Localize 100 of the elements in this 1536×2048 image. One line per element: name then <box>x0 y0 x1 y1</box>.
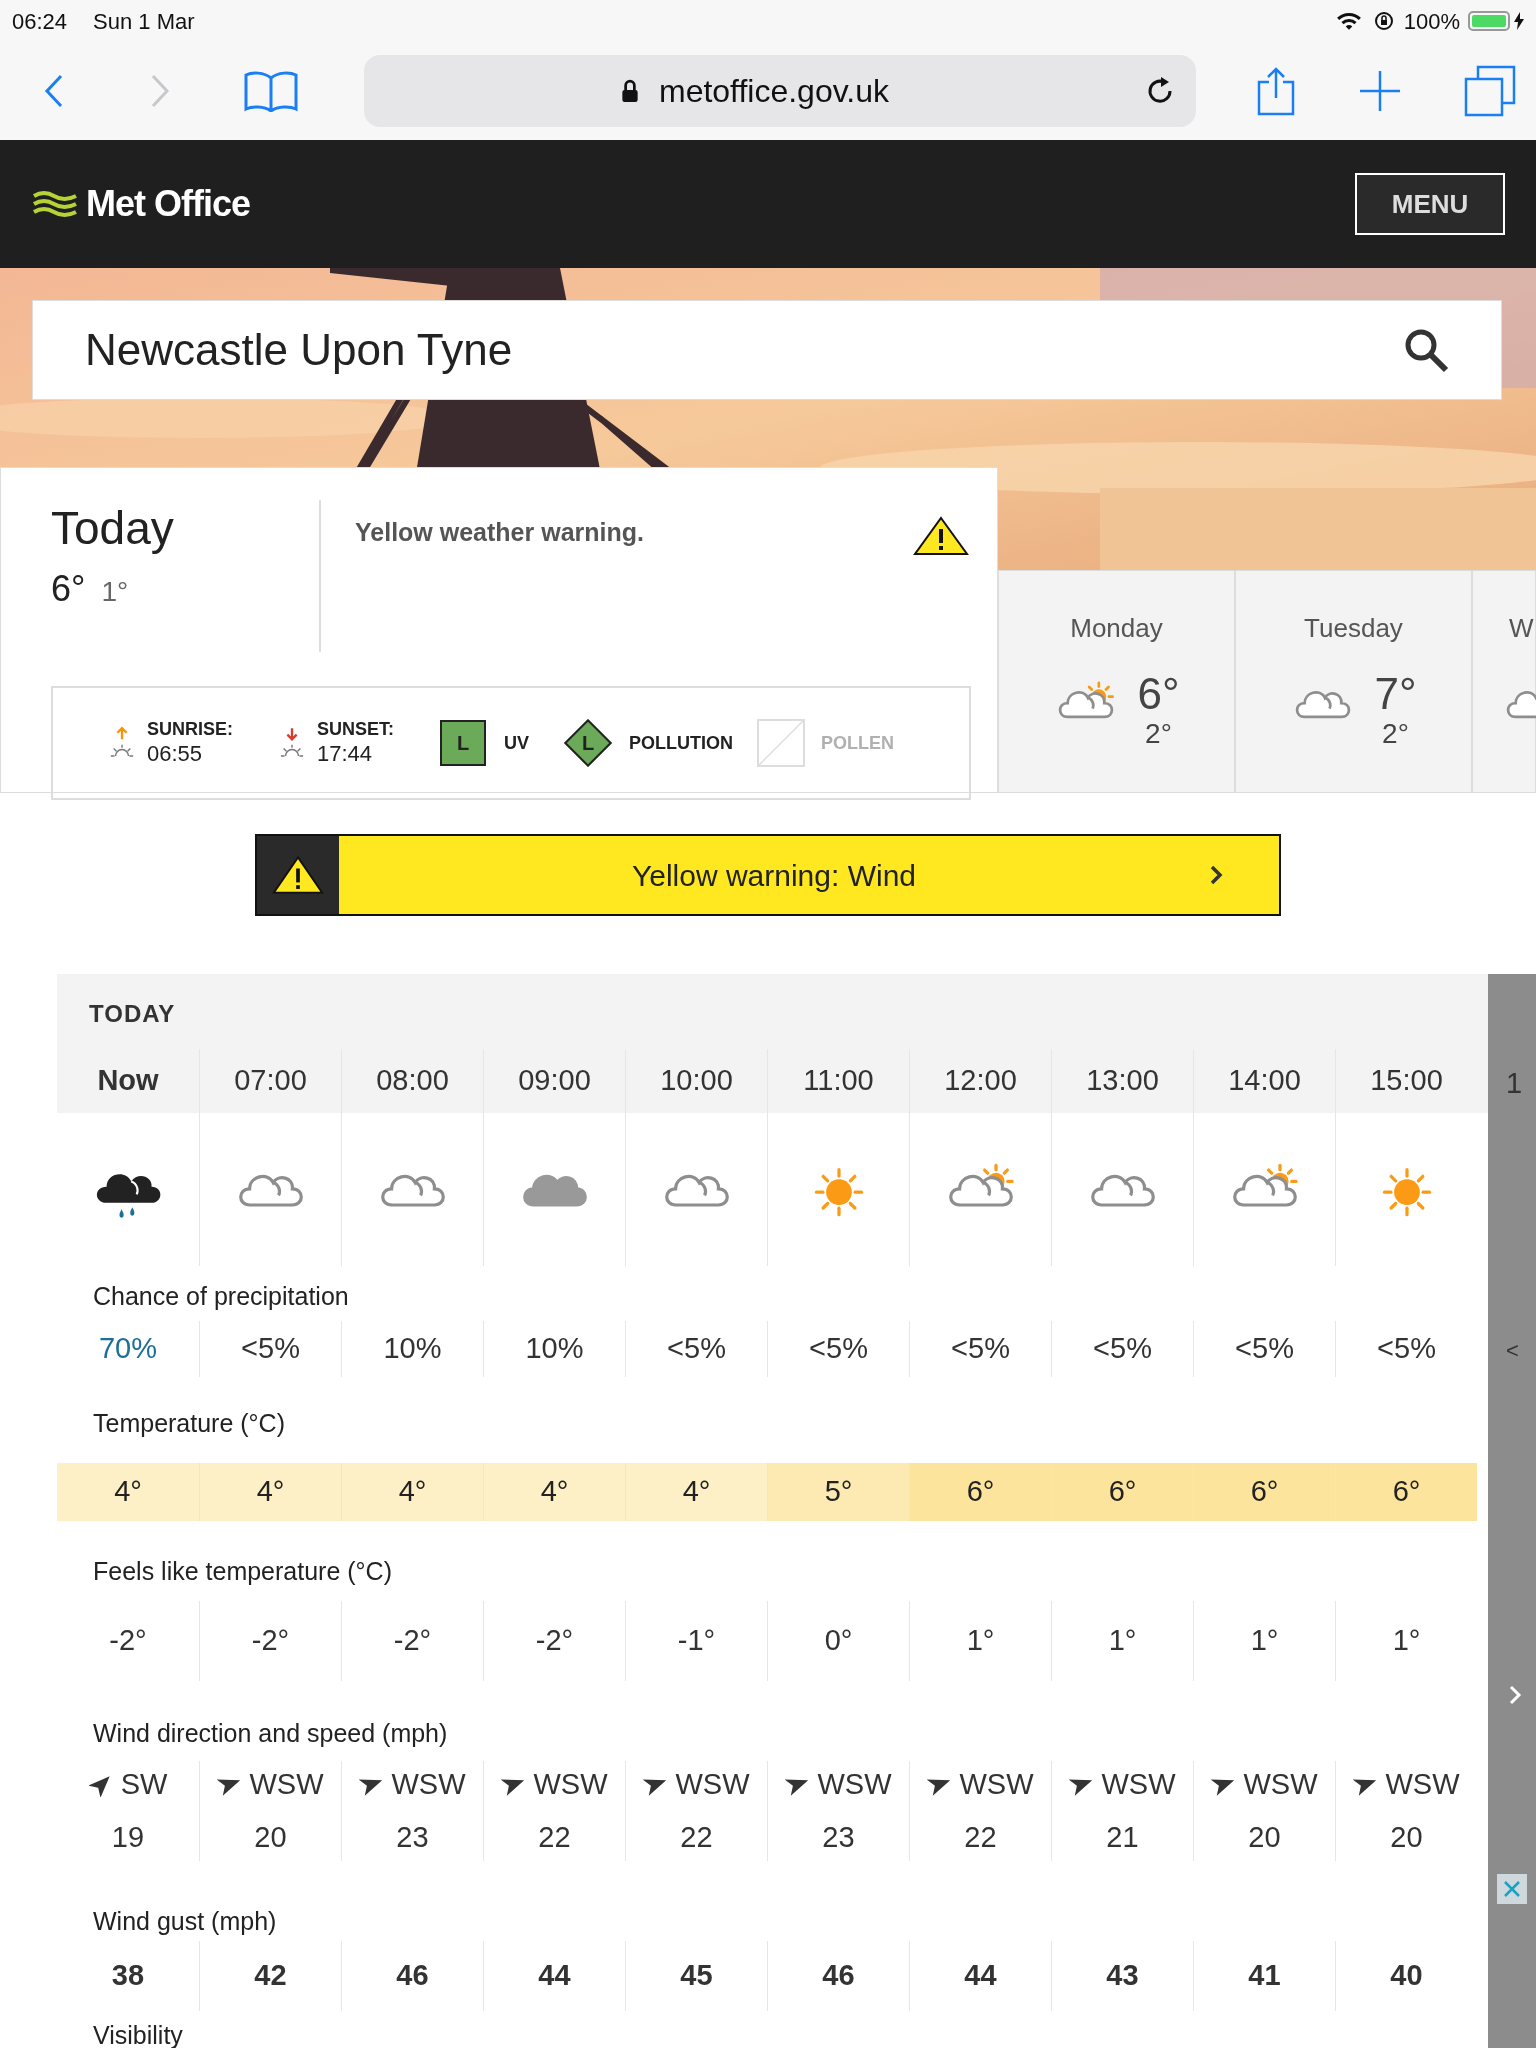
lock-icon <box>620 79 639 103</box>
warning-banner[interactable]: Yellow warning: Wind <box>255 834 1281 916</box>
wind-gust-value: 42 <box>254 1958 287 1994</box>
close-ad-button[interactable] <box>1497 1874 1527 1904</box>
wind-direction: WSW <box>1101 1766 1176 1802</box>
day-high: 7° <box>1374 670 1417 718</box>
day-high: 6° <box>1137 670 1180 718</box>
temperature-value: 4° <box>256 1474 285 1510</box>
date-text: Sun 1 Mar <box>93 7 195 36</box>
wifi-icon <box>1335 11 1362 31</box>
share-icon[interactable] <box>1256 66 1296 116</box>
wind-direction: WSW <box>249 1766 324 1802</box>
precipitation-value: < <box>1506 1337 1519 1365</box>
precipitation-value: <5% <box>1093 1331 1152 1367</box>
wind-direction: SW <box>120 1766 168 1802</box>
wind-speed: 22 <box>538 1820 571 1855</box>
day-card[interactable]: Monday 6° 2° <box>998 570 1235 793</box>
new-tab-icon[interactable] <box>1358 69 1402 113</box>
wind-speed: 22 <box>964 1820 997 1855</box>
close-icon <box>1502 1879 1522 1899</box>
day-name: Tuesday <box>1304 612 1403 645</box>
hour-label[interactable]: 13:00 <box>1086 1059 1159 1103</box>
wind-direction: WSW <box>817 1766 892 1802</box>
sunset-label: SUNSET: <box>317 718 395 740</box>
section-heading: TODAY <box>89 1000 176 1027</box>
wind-direction: WSW <box>533 1766 608 1802</box>
row-label: Feels like temperature (°C) <box>93 1557 392 1585</box>
chevron-right-icon[interactable] <box>1508 1684 1522 1706</box>
bookmarks-icon[interactable] <box>244 70 298 112</box>
precipitation-value: 10% <box>525 1331 584 1367</box>
feels-like-value: -2° <box>109 1623 147 1659</box>
wind-gust-value: 44 <box>964 1958 997 1994</box>
temperature-value: 5° <box>824 1474 853 1510</box>
wind-speed: 23 <box>822 1820 855 1855</box>
tabs-icon[interactable] <box>1464 65 1516 117</box>
url-text: metoffice.gov.uk <box>658 72 889 111</box>
search-value: Newcastle Upon Tyne <box>85 324 514 376</box>
hour-label[interactable]: 14:00 <box>1228 1059 1301 1103</box>
warning-icon <box>272 855 324 895</box>
precipitation-value: 10% <box>383 1331 442 1367</box>
sunrise-icon <box>109 726 135 760</box>
hour-label[interactable]: Now <box>97 1059 159 1103</box>
hour-label[interactable]: 07:00 <box>234 1059 307 1103</box>
feels-like-value: -1° <box>677 1623 716 1659</box>
today-title: Today <box>51 501 175 556</box>
search-icon[interactable] <box>1403 327 1449 373</box>
feels-like-value: -2° <box>251 1623 290 1659</box>
day-name: W <box>1509 612 1534 645</box>
hour-label[interactable]: 11:00 <box>803 1059 874 1103</box>
pollution-label: POLLUTION <box>629 731 734 755</box>
address-bar[interactable]: metoffice.gov.uk <box>364 55 1196 127</box>
day-card[interactable]: W <box>1472 570 1536 793</box>
temperature-value: 4° <box>682 1474 711 1510</box>
pollution-badge: L <box>564 718 613 768</box>
hour-label[interactable]: 12:00 <box>944 1059 1017 1103</box>
row-label: Temperature (°C) <box>93 1409 285 1437</box>
high-temperature: 6° <box>51 567 86 611</box>
precipitation-value: <5% <box>1235 1331 1294 1367</box>
precipitation-value: <5% <box>241 1331 300 1367</box>
hour-label[interactable]: 15:00 <box>1370 1059 1443 1103</box>
wind-direction: WSW <box>1385 1766 1460 1802</box>
search-field[interactable]: Newcastle Upon Tyne <box>32 300 1502 400</box>
hour-label[interactable]: 10:00 <box>660 1059 733 1103</box>
menu-button[interactable]: MENU <box>1355 173 1505 235</box>
logo-icon <box>32 190 78 218</box>
battery-percentage: 100% <box>1403 7 1460 36</box>
feels-like-value: -2° <box>535 1623 574 1659</box>
wind-speed: 20 <box>1390 1820 1423 1855</box>
wind-speed: 20 <box>1248 1820 1281 1855</box>
wind-gust-value: 40 <box>1390 1958 1423 1994</box>
day-low: 2° <box>1145 718 1172 750</box>
precipitation-value: <5% <box>809 1331 868 1367</box>
wind-speed: 21 <box>1106 1820 1139 1855</box>
feels-like-value: -2° <box>393 1623 432 1659</box>
uv-label: UV <box>504 731 530 755</box>
wind-speed: 20 <box>254 1820 287 1855</box>
wind-gust-value: 44 <box>538 1958 571 1994</box>
logo-text: Met Office <box>86 182 251 226</box>
wind-direction: WSW <box>391 1766 466 1802</box>
hour-label[interactable]: 09:00 <box>518 1059 591 1103</box>
battery-icon <box>1468 11 1510 31</box>
wind-speed: 22 <box>680 1820 713 1855</box>
row-label: Wind gust (mph) <box>93 1907 277 1935</box>
wind-direction: WSW <box>1243 1766 1318 1802</box>
feels-like-value: 1° <box>1250 1623 1279 1659</box>
wind-gust-value: 41 <box>1248 1958 1281 1994</box>
sunset-icon <box>279 726 305 760</box>
feels-like-value: 0° <box>824 1623 853 1659</box>
wind-speed: 23 <box>396 1820 429 1855</box>
rotation-lock-icon <box>1373 11 1394 31</box>
row-label: Wind direction and speed (mph) <box>93 1719 448 1747</box>
wind-speed: 19 <box>111 1820 145 1855</box>
hour-label[interactable]: 08:00 <box>376 1059 449 1103</box>
sunset-time: 17:44 <box>317 740 374 768</box>
day-low: 2° <box>1382 718 1409 750</box>
day-card[interactable]: Tuesday 7° 2° <box>1235 570 1472 793</box>
wind-gust-value: 45 <box>680 1958 713 1994</box>
pollen-label: POLLEN <box>821 731 895 755</box>
scroll-overlay[interactable]: 1 < <box>1488 974 1536 2048</box>
wind-direction: WSW <box>959 1766 1034 1802</box>
